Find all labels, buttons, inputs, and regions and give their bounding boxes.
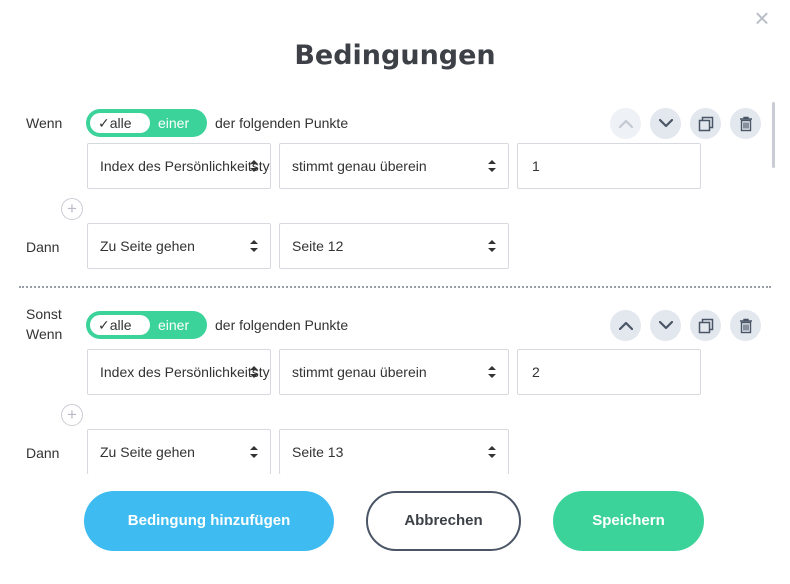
conditions-scroll-area[interactable]: Wenn ✓alle einer der folgenden Punkte In… xyxy=(0,96,790,474)
select-arrows-icon xyxy=(488,366,496,378)
operator-select[interactable]: stimmt genau überein xyxy=(279,349,509,395)
action-select[interactable]: Zu Seite gehen xyxy=(87,429,271,474)
chevron-down-icon xyxy=(658,119,673,128)
plus-icon[interactable]: + xyxy=(61,404,83,426)
duplicate-button[interactable] xyxy=(690,108,721,139)
plus-icon[interactable]: + xyxy=(61,198,83,220)
action-select[interactable]: Zu Seite gehen xyxy=(87,223,271,269)
select-arrows-icon xyxy=(250,446,258,458)
delete-button[interactable] xyxy=(730,310,761,341)
match-toggle[interactable]: ✓alle einer xyxy=(86,311,207,339)
move-down-button[interactable] xyxy=(650,310,681,341)
move-up-button[interactable] xyxy=(610,108,641,139)
condition-divider xyxy=(19,286,771,288)
chevron-down-icon xyxy=(658,321,673,330)
move-down-button[interactable] xyxy=(650,108,681,139)
toggle-option-all[interactable]: ✓alle xyxy=(90,315,150,335)
check-icon: ✓ xyxy=(98,317,110,333)
move-up-button[interactable] xyxy=(610,310,641,341)
select-arrows-icon xyxy=(250,366,258,378)
duplicate-button[interactable] xyxy=(690,310,721,341)
value-input[interactable]: 2 xyxy=(517,349,701,395)
cancel-button[interactable]: Abbrechen xyxy=(366,491,521,551)
toggle-option-all[interactable]: ✓alle xyxy=(90,113,150,133)
select-arrows-icon xyxy=(250,160,258,172)
chevron-up-icon xyxy=(618,321,633,330)
copy-icon xyxy=(698,318,713,333)
target-page-select[interactable]: Seite 13 xyxy=(279,429,509,474)
save-button[interactable]: Speichern xyxy=(553,491,704,551)
check-icon: ✓ xyxy=(98,115,110,131)
then-label: Dann xyxy=(26,445,60,461)
trash-icon xyxy=(739,116,752,131)
modal-title: Bedingungen xyxy=(294,40,496,71)
value-input[interactable]: 1 xyxy=(517,143,701,189)
match-toggle[interactable]: ✓alle einer xyxy=(86,109,207,137)
select-arrows-icon xyxy=(250,240,258,252)
add-condition-button[interactable]: Bedingung hinzufügen xyxy=(84,491,334,551)
target-page-select[interactable]: Seite 12 xyxy=(279,223,509,269)
condition-label: Wenn xyxy=(26,115,63,131)
field-select[interactable]: Index des Persönlichkeitstyps xyxy=(87,143,271,189)
close-icon[interactable]: × xyxy=(752,5,772,31)
field-select[interactable]: Index des Persönlichkeitstyps xyxy=(87,349,271,395)
match-suffix-text: der folgenden Punkte xyxy=(215,115,349,131)
trash-icon xyxy=(739,318,752,333)
scrollbar[interactable] xyxy=(772,102,775,168)
select-arrows-icon xyxy=(488,160,496,172)
copy-icon xyxy=(698,116,713,131)
toggle-option-any[interactable]: einer xyxy=(158,113,189,133)
chevron-up-icon xyxy=(618,119,633,128)
match-suffix-text: der folgenden Punkte xyxy=(215,317,349,333)
toggle-option-any[interactable]: einer xyxy=(158,315,189,335)
condition-label: Sonst Wenn xyxy=(26,306,63,342)
then-label: Dann xyxy=(26,239,60,255)
operator-select[interactable]: stimmt genau überein xyxy=(279,143,509,189)
select-arrows-icon xyxy=(488,240,496,252)
select-arrows-icon xyxy=(488,446,496,458)
delete-button[interactable] xyxy=(730,108,761,139)
